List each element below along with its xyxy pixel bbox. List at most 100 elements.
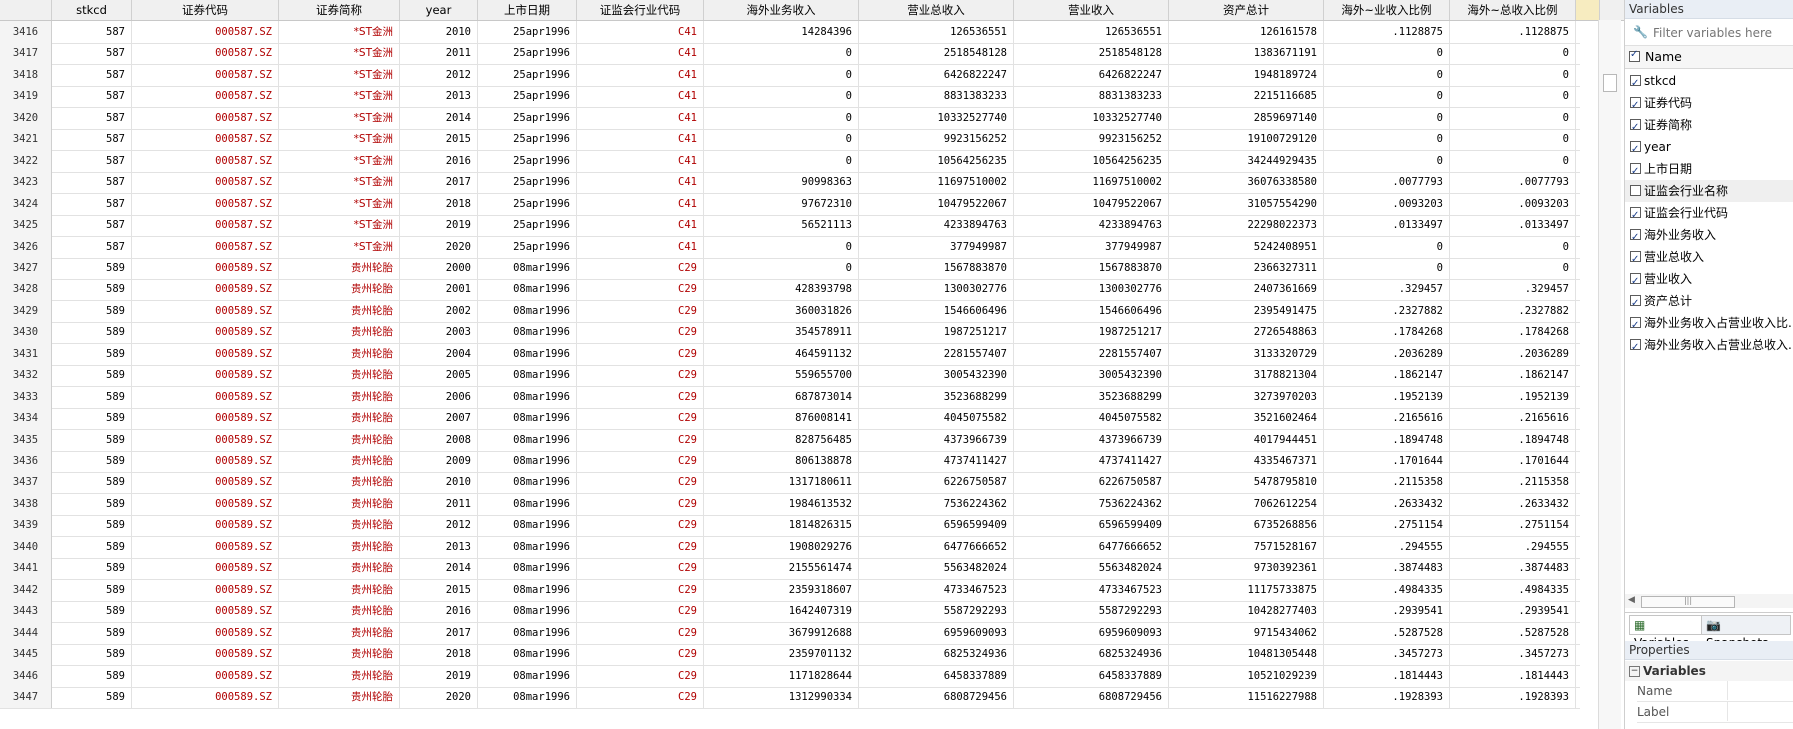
cell-stkcd[interactable]: 587 (52, 42, 132, 65)
cell-stkcd[interactable]: 589 (52, 428, 132, 451)
variable-item[interactable]: 海外业务收入 (1625, 224, 1793, 246)
cell-list[interactable]: 08mar1996 (478, 492, 577, 515)
cell-rev[interactable]: 7536224362 (1014, 492, 1169, 515)
cell-stkcd[interactable]: 589 (52, 471, 132, 494)
cell-r2[interactable]: 0 (1450, 63, 1576, 86)
table-row[interactable]: 3444 589 000589.SZ 贵州轮胎 2017 08mar1996 C29 3679… (0, 621, 1580, 645)
row-number[interactable]: 3417 (0, 42, 52, 65)
cell-year[interactable]: 2012 (400, 63, 478, 86)
table-row[interactable]: 3447 589 000589.SZ 贵州轮胎 2020 08mar1996 C29 1312… (0, 685, 1580, 709)
variable-item[interactable]: year (1625, 136, 1793, 158)
cell-stkcd[interactable]: 587 (52, 106, 132, 129)
cell-r2[interactable]: .1928393 (1450, 685, 1576, 708)
row-number[interactable]: 3421 (0, 128, 52, 151)
cell-rev[interactable]: 126536551 (1014, 21, 1169, 43)
cell-abbr[interactable]: 贵州轮胎 (279, 342, 400, 365)
cell-overseas[interactable]: 56521113 (704, 214, 859, 237)
cell-code[interactable]: 000589.SZ (132, 256, 279, 279)
cell-code[interactable]: 000587.SZ (132, 192, 279, 215)
cell-rev[interactable]: 10479522067 (1014, 192, 1169, 215)
cell-total[interactable]: 4233894763 (859, 214, 1014, 237)
cell-assets[interactable]: 2366327311 (1169, 256, 1324, 279)
table-row[interactable]: 3423 587 000587.SZ *ST金洲 2017 25apr1996 C41 909… (0, 171, 1580, 195)
row-number[interactable]: 3440 (0, 535, 52, 558)
cell-overseas[interactable]: 360031826 (704, 299, 859, 322)
cell-r2[interactable]: .2939541 (1450, 600, 1576, 623)
cell-ind[interactable]: C29 (577, 600, 704, 623)
cell-overseas[interactable]: 14284396 (704, 21, 859, 43)
cell-r1[interactable]: .4984335 (1324, 578, 1450, 601)
cell-total[interactable]: 6226750587 (859, 471, 1014, 494)
cell-abbr[interactable]: 贵州轮胎 (279, 621, 400, 644)
cell-abbr[interactable]: 贵州轮胎 (279, 385, 400, 408)
cell-list[interactable]: 08mar1996 (478, 535, 577, 558)
table-row[interactable]: 3440 589 000589.SZ 贵州轮胎 2013 08mar1996 C29 1908… (0, 535, 1580, 559)
property-name-value[interactable] (1727, 681, 1788, 700)
property-label-row[interactable]: Label (1637, 702, 1793, 723)
property-label-value[interactable] (1727, 702, 1788, 721)
cell-list[interactable]: 08mar1996 (478, 685, 577, 708)
cell-year[interactable]: 2019 (400, 664, 478, 687)
cell-stkcd[interactable]: 587 (52, 63, 132, 86)
column-header-code[interactable]: 证券代码 (132, 0, 279, 20)
cell-assets[interactable]: 2215116685 (1169, 85, 1324, 108)
cell-list[interactable]: 25apr1996 (478, 42, 577, 65)
cell-r1[interactable]: .1814443 (1324, 664, 1450, 687)
cell-r1[interactable]: .2165616 (1324, 407, 1450, 430)
table-row[interactable]: 3430 589 000589.SZ 贵州轮胎 2003 08mar1996 C29 3545… (0, 321, 1580, 345)
variable-item[interactable]: 营业收入 (1625, 268, 1793, 290)
cell-r2[interactable]: .2751154 (1450, 514, 1576, 537)
cell-assets[interactable]: 1383671191 (1169, 42, 1324, 65)
cell-assets[interactable]: 19100729120 (1169, 128, 1324, 151)
table-row[interactable]: 3422 587 000587.SZ *ST金洲 2016 25apr1996 C41 0 10… (0, 149, 1580, 173)
cell-overseas[interactable]: 0 (704, 106, 859, 129)
variable-checkbox[interactable] (1630, 73, 1641, 92)
table-row[interactable]: 3433 589 000589.SZ 贵州轮胎 2006 08mar1996 C29 6878… (0, 385, 1580, 409)
cell-r2[interactable]: .2036289 (1450, 342, 1576, 365)
cell-list[interactable]: 08mar1996 (478, 278, 577, 301)
cell-year[interactable]: 2017 (400, 171, 478, 194)
cell-total[interactable]: 11697510002 (859, 171, 1014, 194)
row-number[interactable]: 3442 (0, 578, 52, 601)
table-row[interactable]: 3439 589 000589.SZ 贵州轮胎 2012 08mar1996 C29 1814… (0, 514, 1580, 538)
cell-overseas[interactable]: 0 (704, 256, 859, 279)
property-name-row[interactable]: Name (1637, 681, 1793, 702)
filter-input[interactable] (1651, 22, 1793, 44)
cell-year[interactable]: 2005 (400, 364, 478, 387)
cell-stkcd[interactable]: 589 (52, 492, 132, 515)
cell-r1[interactable]: .2036289 (1324, 342, 1450, 365)
cell-r2[interactable]: .1952139 (1450, 385, 1576, 408)
row-number[interactable]: 3418 (0, 63, 52, 86)
cell-stkcd[interactable]: 589 (52, 342, 132, 365)
cell-year[interactable]: 2015 (400, 578, 478, 601)
cell-rev[interactable]: 10332527740 (1014, 106, 1169, 129)
cell-list[interactable]: 08mar1996 (478, 450, 577, 472)
cell-stkcd[interactable]: 587 (52, 171, 132, 194)
cell-total[interactable]: 7536224362 (859, 492, 1014, 515)
cell-overseas[interactable]: 2359318607 (704, 578, 859, 601)
cell-ind[interactable]: C29 (577, 535, 704, 558)
cell-list[interactable]: 25apr1996 (478, 171, 577, 194)
cell-code[interactable]: 000587.SZ (132, 235, 279, 258)
cell-overseas[interactable]: 0 (704, 149, 859, 172)
cell-year[interactable]: 2014 (400, 106, 478, 129)
cell-ind[interactable]: C29 (577, 685, 704, 708)
data-grid[interactable]: stkcd 证券代码 证券简称 year 上市日期 证监会行业代码 海外业务收入 营业总收入营… (0, 0, 1624, 729)
cell-total[interactable]: 6426822247 (859, 63, 1014, 86)
cell-code[interactable]: 000589.SZ (132, 364, 279, 387)
cell-list[interactable]: 08mar1996 (478, 428, 577, 451)
cell-ind[interactable]: C41 (577, 192, 704, 215)
collapse-icon[interactable]: − (1629, 666, 1640, 677)
cell-code[interactable]: 000587.SZ (132, 63, 279, 86)
cell-rev[interactable]: 9923156252 (1014, 128, 1169, 151)
variable-checkbox[interactable] (1630, 227, 1641, 246)
cell-stkcd[interactable]: 589 (52, 557, 132, 580)
cell-overseas[interactable]: 0 (704, 128, 859, 151)
cell-r2[interactable]: .0093203 (1450, 192, 1576, 215)
cell-overseas[interactable]: 876008141 (704, 407, 859, 430)
cell-stkcd[interactable]: 589 (52, 299, 132, 322)
variable-checkbox[interactable] (1630, 337, 1641, 356)
cell-stkcd[interactable]: 589 (52, 664, 132, 687)
cell-total[interactable]: 2518548128 (859, 42, 1014, 65)
cell-total[interactable]: 3005432390 (859, 364, 1014, 387)
